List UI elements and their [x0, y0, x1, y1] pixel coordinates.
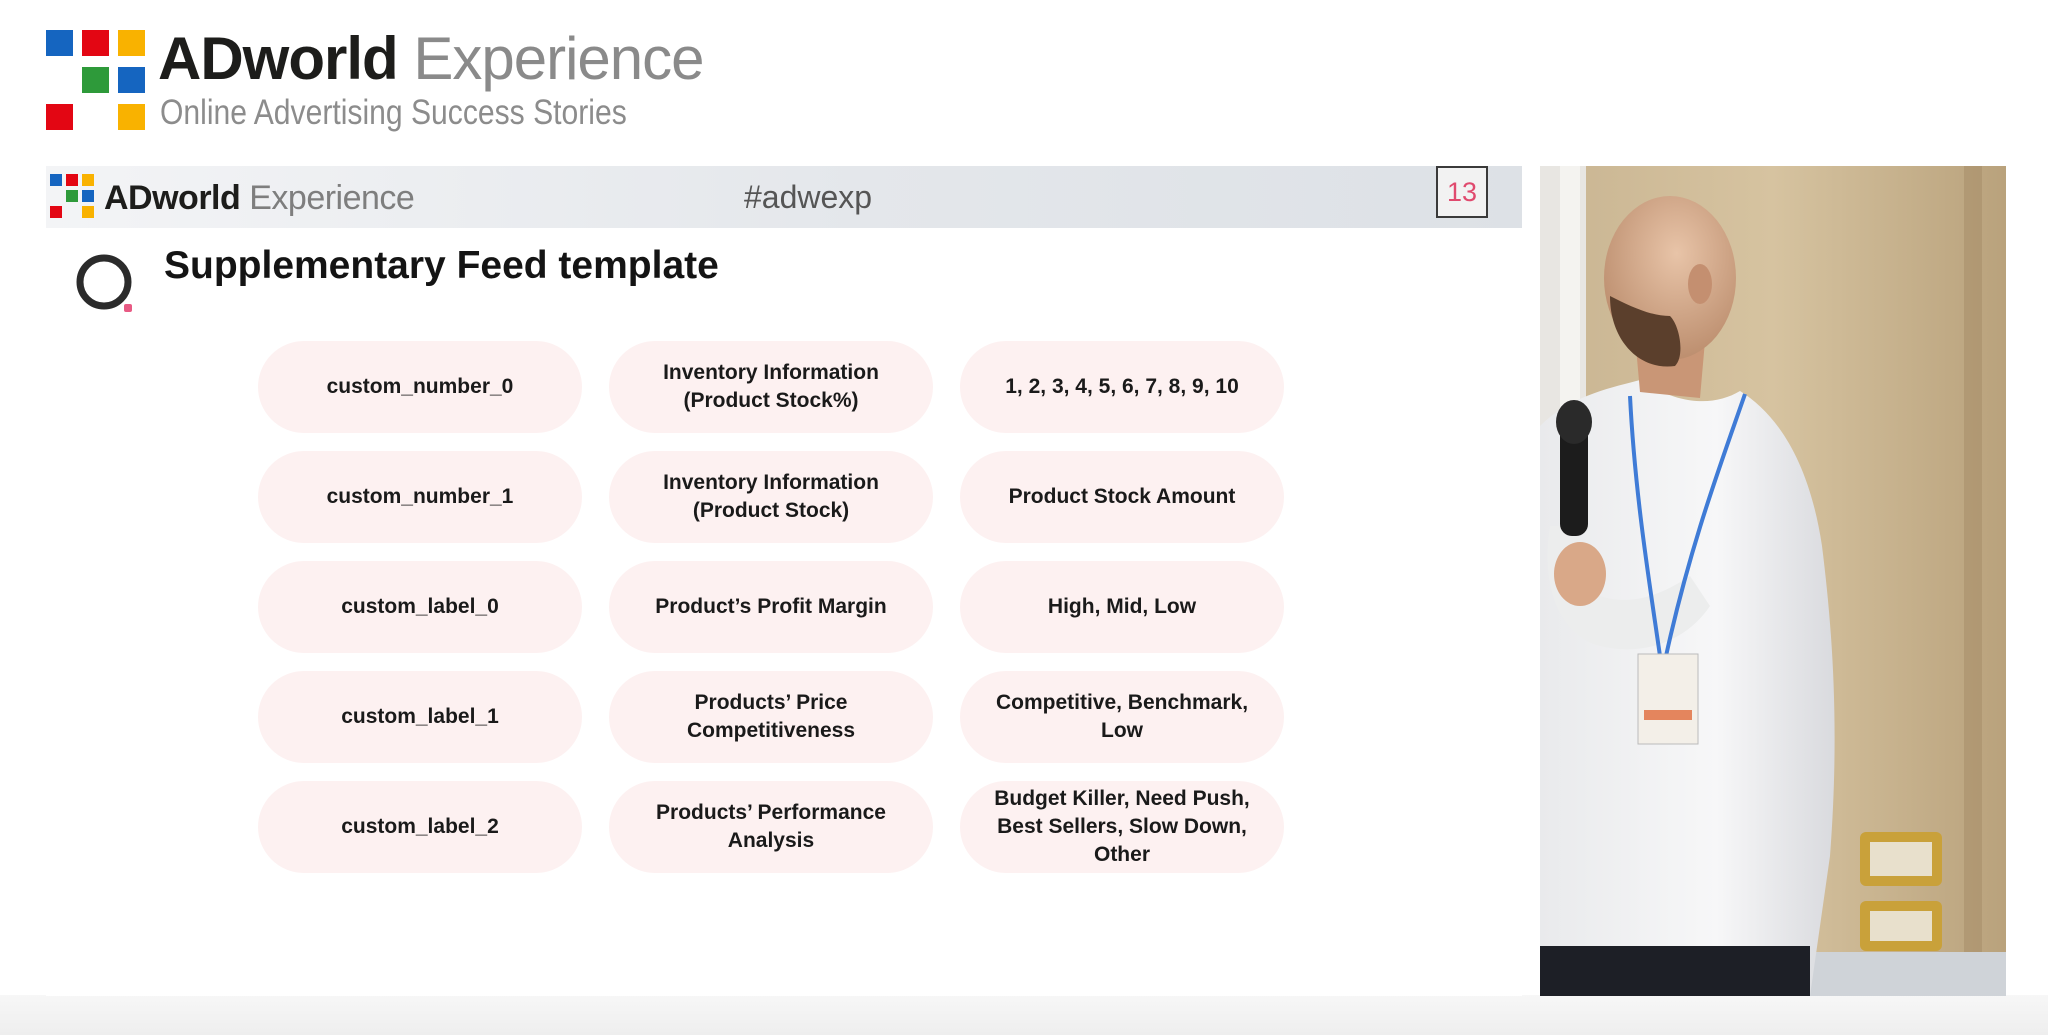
- field-values: Product Stock Amount: [1008, 485, 1236, 508]
- field-values: High, Mid, Low: [1047, 595, 1197, 618]
- meaning-cell: Product’s Profit Margin: [609, 561, 933, 653]
- field-meaning: Inventory Information (Product Stock%): [663, 361, 879, 412]
- header-logo-text: ADworld Experience: [104, 176, 415, 220]
- header-logo-adworld: ADworld: [104, 179, 241, 217]
- field-meaning: Inventory Information (Product Stock): [663, 471, 879, 522]
- field-values: 1, 2, 3, 4, 5, 6, 7, 8, 9, 10: [1005, 375, 1239, 398]
- slide-header-logo: ADworld Experience: [50, 170, 415, 226]
- values-cell: 1, 2, 3, 4, 5, 6, 7, 8, 9, 10: [960, 341, 1284, 433]
- hashtag: #adwexp: [744, 179, 873, 215]
- field-cell: custom_number_0: [258, 341, 582, 433]
- field-values: Competitive, Benchmark, Low: [995, 691, 1249, 742]
- slide-title: Supplementary Feed template: [164, 244, 719, 287]
- values-cell: Product Stock Amount: [960, 451, 1284, 543]
- values-cell: High, Mid, Low: [960, 561, 1284, 653]
- page-number: 13: [1436, 166, 1488, 218]
- values-cell: Budget Killer, Need Push, Best Sellers, …: [960, 781, 1284, 873]
- slide-header: ADworld Experience #adwexp 13: [46, 166, 1522, 228]
- values-cell: Competitive, Benchmark, Low: [960, 671, 1284, 763]
- ring-icon: [76, 254, 132, 312]
- bottom-bar: [0, 995, 2048, 1035]
- field-name: custom_label_2: [341, 815, 499, 838]
- feed-template-grid: custom_number_0 Inventory Information (P…: [258, 341, 1338, 873]
- presentation-slide: ADworld Experience #adwexp 13 Supplement…: [46, 166, 1522, 996]
- field-cell: custom_number_1: [258, 451, 582, 543]
- brand-title: ADworld Experience: [158, 24, 705, 94]
- field-meaning: Product’s Profit Margin: [655, 595, 887, 618]
- brand-title-experience: Experience: [397, 25, 704, 92]
- brand-logo: ADworld Experience Online Advertising Su…: [46, 25, 746, 140]
- header-logo-experience: Experience: [240, 179, 415, 217]
- speaker-photo: [1540, 166, 2006, 996]
- field-name: custom_label_0: [341, 595, 499, 618]
- meaning-cell: Products’ Price Competitiveness: [609, 671, 933, 763]
- field-cell: custom_label_1: [258, 671, 582, 763]
- field-cell: custom_label_0: [258, 561, 582, 653]
- meaning-cell: Inventory Information (Product Stock): [609, 451, 933, 543]
- meaning-cell: Inventory Information (Product Stock%): [609, 341, 933, 433]
- field-name: custom_number_0: [326, 375, 514, 398]
- field-meaning: Products’ Price Competitiveness: [686, 691, 856, 742]
- field-meaning: Products’ Performance Analysis: [656, 801, 886, 852]
- field-cell: custom_label_2: [258, 781, 582, 873]
- brand-mosaic-icon: [46, 30, 146, 132]
- header-mosaic-icon: [50, 174, 98, 222]
- brand-title-adworld: ADworld: [158, 25, 399, 92]
- field-name: custom_label_1: [341, 705, 499, 728]
- meaning-cell: Products’ Performance Analysis: [609, 781, 933, 873]
- field-values: Budget Killer, Need Push, Best Sellers, …: [994, 787, 1250, 866]
- field-name: custom_number_1: [326, 485, 514, 508]
- brand-subtitle: Online Advertising Success Stories: [160, 93, 627, 132]
